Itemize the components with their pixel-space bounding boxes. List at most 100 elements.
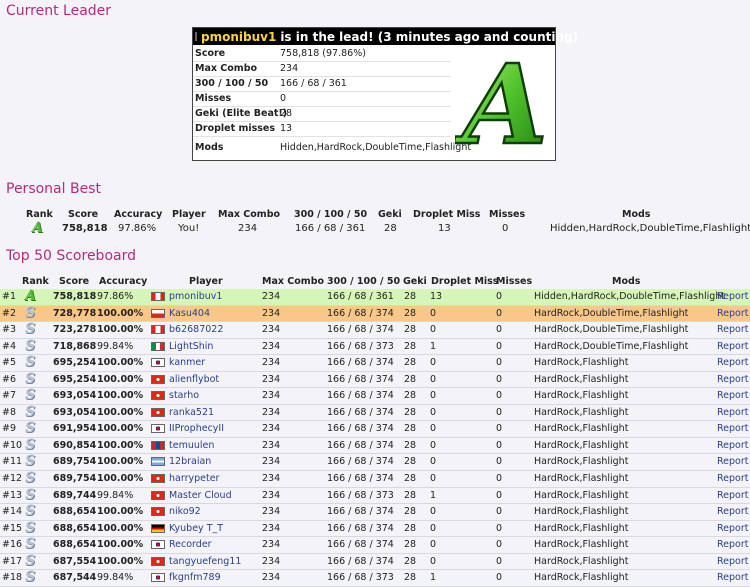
score-value: 688,654 <box>53 522 97 534</box>
table-row: #2 S 728,778 100.00% Kasu404 234 166 / 68 / 37… <box>0 304 750 323</box>
report-link[interactable]: Report <box>717 372 749 388</box>
player-link[interactable]: ranka521 <box>169 405 214 421</box>
report-link[interactable]: Report <box>717 405 749 421</box>
accuracy-value: 100.00% <box>97 390 144 402</box>
hits-value: 166 / 68 / 373 <box>327 489 394 501</box>
report-link[interactable]: Report <box>717 521 749 537</box>
droplet-miss-value: 0 <box>430 373 437 385</box>
misses-value: 0 <box>496 406 503 418</box>
accuracy-value: 100.00% <box>97 406 144 418</box>
misses-value: 0 <box>496 390 503 402</box>
report-link[interactable]: Report <box>717 554 749 570</box>
col-hits: 300 / 100 / 50 <box>294 209 368 220</box>
pb-hits: 166 / 68 / 361 <box>295 223 366 234</box>
player-link[interactable]: starho <box>169 388 199 404</box>
hits-value: 166 / 68 / 374 <box>327 555 394 567</box>
grade-s-icon: S <box>25 337 36 354</box>
score-value: 693,054 <box>53 390 97 402</box>
player-link[interactable]: tangyuefeng11 <box>169 554 241 570</box>
report-link[interactable]: Report <box>717 289 749 305</box>
report-link[interactable]: Report <box>717 537 749 553</box>
player-link[interactable]: b62687022 <box>169 322 223 338</box>
grade-s-icon: S <box>25 536 36 553</box>
report-link[interactable]: Report <box>717 339 749 355</box>
max-combo-value: 234 <box>262 324 281 336</box>
player-link[interactable]: alienflybot <box>169 372 219 388</box>
misses-value: 0 <box>496 473 503 485</box>
col-accuracy: Accuracy <box>99 276 148 287</box>
hits-value: 166 / 68 / 374 <box>327 373 394 385</box>
mods-value: HardRock,Flashlight <box>534 555 629 567</box>
max-combo-value: 234 <box>262 555 281 567</box>
player-link[interactable]: harrypeter <box>169 471 219 487</box>
report-link[interactable]: Report <box>717 471 749 487</box>
player-link[interactable]: LightShin <box>169 339 213 355</box>
player-link[interactable]: Kasu404 <box>169 306 210 322</box>
report-link[interactable]: Report <box>717 438 749 454</box>
col-player: Player <box>189 276 223 287</box>
droplet-miss-value: 0 <box>430 456 437 468</box>
player-link[interactable]: 12braian <box>169 454 211 470</box>
hong-kong-flag-icon <box>151 374 165 384</box>
hits-value: 166 / 68 / 374 <box>327 423 394 435</box>
geki-value: 28 <box>404 456 417 468</box>
rank-position: #4 <box>2 340 17 352</box>
player-link[interactable]: pmonibuv1 <box>169 289 222 305</box>
table-row: #17 S 687,554 100.00% tangyuefeng11 234 166 / … <box>0 553 750 571</box>
misses-value: 0 <box>496 489 503 501</box>
scoreboard-table-body: #1 A 758,818 97.86% pmonibuv1 234 166 / 68 / 3… <box>0 288 750 587</box>
report-link[interactable]: Report <box>717 504 749 520</box>
hits-value: 166 / 68 / 374 <box>327 522 394 534</box>
report-link[interactable]: Report <box>717 454 749 470</box>
leader-field-label: Droplet misses <box>195 123 276 134</box>
table-row: #8 S 693,054 100.00% ranka521 234 166 / 68 / 3… <box>0 404 750 422</box>
player-link[interactable]: temuulen <box>169 438 214 454</box>
personal-best-title: Personal Best <box>6 181 101 197</box>
leader-player-link[interactable]: pmonibuv1 <box>201 30 276 44</box>
pb-accuracy: 97.86% <box>118 223 157 234</box>
col-misses: Misses <box>496 276 533 287</box>
droplet-miss-value: 0 <box>430 539 437 551</box>
report-link[interactable]: Report <box>717 306 749 322</box>
report-link[interactable]: Report <box>717 388 749 404</box>
grade-s-icon: S <box>25 436 36 453</box>
pb-max-combo: 234 <box>238 223 258 234</box>
player-link[interactable]: kanmer <box>169 355 205 371</box>
hits-value: 166 / 68 / 361 <box>327 291 394 302</box>
hong-kong-flag-icon <box>151 391 165 401</box>
leader-combo-row: Max Combo 234 <box>193 61 451 77</box>
player-link[interactable]: Kyubey T_T <box>169 521 223 537</box>
report-link[interactable]: Report <box>717 322 749 338</box>
mods-value: HardRock,Flashlight <box>534 390 629 402</box>
player-link[interactable]: niko92 <box>169 504 201 520</box>
player-link[interactable]: Recorder <box>169 537 212 553</box>
misses-value: 0 <box>496 373 503 385</box>
col-score: Score <box>59 276 90 287</box>
grade-s-icon: S <box>25 304 36 321</box>
mods-value: HardRock,Flashlight <box>534 456 629 468</box>
accuracy-value: 100.00% <box>97 473 144 485</box>
pb-score: 758,818 <box>62 223 108 234</box>
table-row: #7 S 693,054 100.00% starho 234 166 / 68 / 374… <box>0 387 750 405</box>
max-combo-value: 234 <box>262 406 281 418</box>
report-link[interactable]: Report <box>717 355 749 371</box>
table-row: #5 S 695,254 100.00% kanmer 234 166 / 68 / 374… <box>0 354 750 372</box>
report-link[interactable]: Report <box>717 421 749 437</box>
misses-value: 0 <box>496 291 503 302</box>
player-link[interactable]: IIProphecyII <box>169 421 224 437</box>
score-value: 695,254 <box>53 373 97 385</box>
leader-hits-row: 300 / 100 / 50 166 / 68 / 361 <box>193 76 451 92</box>
rank-position: #17 <box>2 555 23 567</box>
leader-field-value: 0 <box>280 93 287 104</box>
hits-value: 166 / 68 / 374 <box>327 307 394 319</box>
rank-position: #7 <box>2 390 17 402</box>
personal-best-row: A 758,818 97.86% You! 234 166 / 68 / 361… <box>0 221 750 236</box>
report-link[interactable]: Report <box>717 488 749 504</box>
max-combo-value: 234 <box>262 373 281 385</box>
score-value: 728,778 <box>53 307 97 319</box>
misses-value: 0 <box>496 439 503 451</box>
hong-kong-flag-icon <box>151 556 165 566</box>
player-link[interactable]: Master Cloud <box>169 488 232 504</box>
score-value: 688,654 <box>53 539 97 551</box>
leader-field-value: 28 <box>280 108 293 119</box>
